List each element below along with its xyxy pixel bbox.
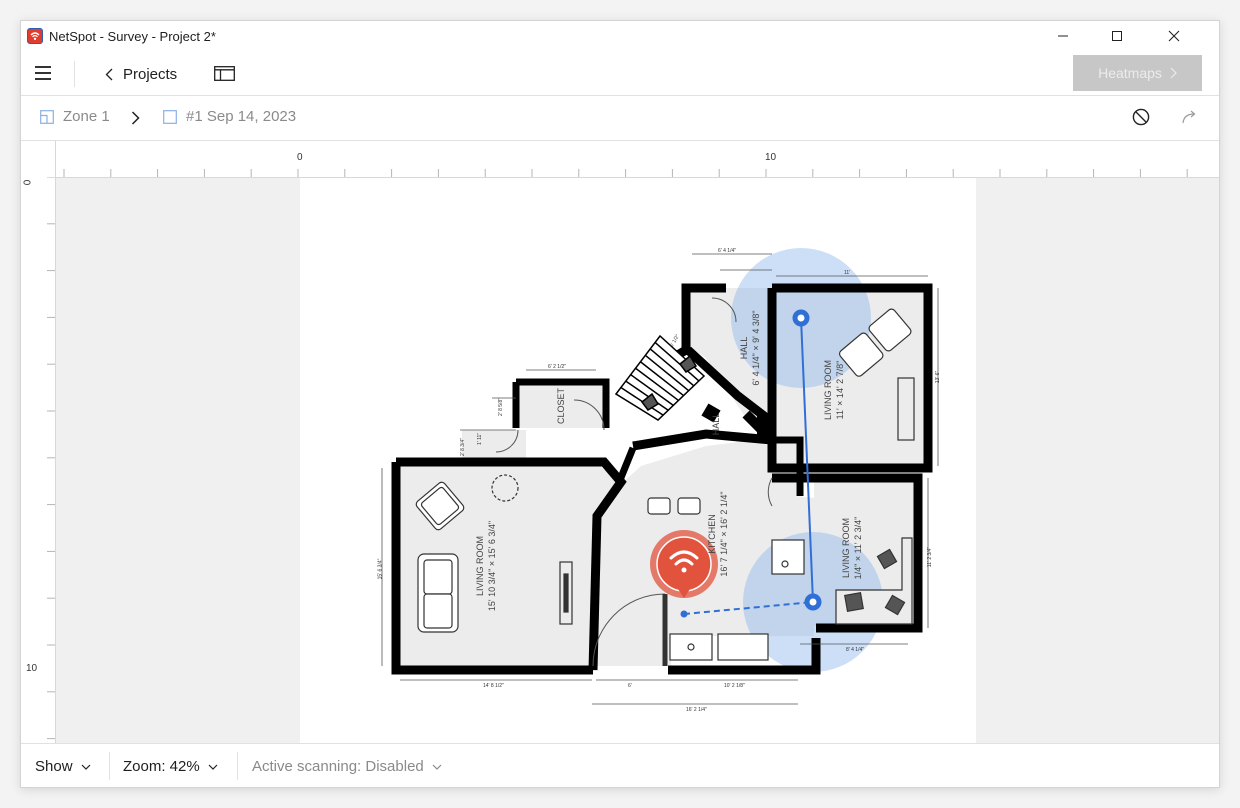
survey-label: #1 Sep 14, 2023 — [186, 108, 297, 125]
stop-scan-button[interactable] — [1132, 108, 1150, 131]
breadcrumb: Zone 1 #1 Sep 14, 2023 — [21, 96, 1219, 141]
dimension-label: 6' — [628, 683, 632, 689]
chevron-left-icon — [105, 68, 113, 80]
survey-canvas[interactable]: LIVING ROOM 15' 10 3/4" × 15' 6 3/4" KIT… — [56, 178, 1219, 743]
projects-label: Projects — [123, 65, 178, 83]
dimension-label: 14' 8 1/2" — [483, 683, 504, 689]
toolbar: Projects Heatmaps — [21, 51, 1219, 96]
dimension-label: 6' 2 1/2" — [548, 364, 567, 370]
ruler-left-ticks — [47, 177, 55, 740]
zoom-label: Zoom: 42% — [123, 758, 200, 775]
zone-label: Zone 1 — [63, 108, 110, 125]
dimension-label: 10' 2 1/8" — [724, 683, 745, 689]
dimension-label: 11' 2 3/4" — [927, 546, 934, 568]
minimize-button[interactable] — [1040, 21, 1086, 51]
ruler-corner — [21, 141, 56, 178]
survey-point[interactable] — [792, 309, 810, 327]
heatmaps-button[interactable]: Heatmaps — [1073, 55, 1202, 91]
chevron-right-icon — [1170, 67, 1177, 79]
redo-button[interactable] — [1181, 109, 1197, 130]
close-button[interactable] — [1151, 21, 1197, 51]
ruler-top-mark-0: 0 — [297, 152, 303, 163]
ruler-top-mark-10: 10 — [765, 152, 777, 163]
sidebar-panel-icon — [214, 66, 235, 81]
scanning-label: Active scanning: Disabled — [252, 758, 424, 775]
floor-plan[interactable] — [56, 178, 1219, 743]
status-bar: Show Zoom: 42% Active scanning: Disabled — [21, 743, 1219, 787]
app-window: NetSpot - Survey - Project 2* Projects H… — [20, 20, 1220, 788]
room-label: KITCHEN 16' 7 1/4" × 16' 2 1/4" — [707, 491, 729, 577]
zoom-dropdown[interactable]: Zoom: 42% — [123, 758, 218, 775]
ruler-top: 0 10 — [21, 141, 1219, 178]
dimension-label: 2' 8 3/4" — [460, 437, 467, 457]
redo-icon — [1182, 110, 1196, 124]
room-label: HALL 6' 4 1/4" × 9' 4 3/8" — [739, 310, 761, 386]
room-label: LIVING ROOM 11' × 14' 2 7/8" — [823, 359, 845, 421]
ruler-top-ticks — [63, 169, 1188, 177]
title-bar: NetSpot - Survey - Project 2* — [21, 21, 1219, 51]
dimension-label: 15' 6 3/4" — [377, 558, 384, 580]
netspot-logo-icon — [27, 28, 43, 44]
breadcrumb-survey[interactable]: #1 Sep 14, 2023 — [163, 108, 296, 125]
dimension-label: 16' 2 1/4" — [686, 707, 707, 713]
survey-point[interactable] — [804, 593, 822, 611]
chevron-down-icon — [432, 764, 442, 770]
menu-button[interactable] — [35, 65, 53, 81]
chevron-down-icon — [208, 764, 218, 770]
block-icon — [1132, 108, 1150, 126]
toggle-panel-button[interactable] — [214, 66, 235, 86]
window-title: NetSpot - Survey - Project 2* — [49, 29, 216, 44]
maximize-icon — [1112, 31, 1122, 41]
dimension-label: 1' 11" — [477, 432, 484, 446]
room-label: CLOSET — [556, 387, 566, 425]
status-divider — [109, 752, 110, 780]
dimension-label: 2' 8 5/8" — [498, 397, 505, 417]
show-dropdown[interactable]: Show — [35, 758, 91, 775]
zone-icon — [40, 109, 54, 124]
chevron-right-icon — [131, 111, 140, 125]
chevron-down-icon — [81, 764, 90, 770]
back-to-projects-button[interactable]: Projects — [105, 63, 177, 85]
current-position-marker — [680, 610, 688, 618]
survey-icon — [163, 109, 177, 124]
room-label: HALL — [711, 412, 721, 436]
breadcrumb-zone[interactable]: Zone 1 — [40, 108, 110, 125]
active-scanning-dropdown[interactable]: Active scanning: Disabled — [252, 758, 442, 775]
dimension-label: 8' 4 1/4" — [846, 647, 865, 653]
room-label: LIVING ROOM 1/4" × 11' 2 3/4" — [841, 516, 863, 580]
maximize-button[interactable] — [1094, 21, 1140, 51]
dimension-label: 6' 4 1/4" — [718, 248, 737, 254]
show-label: Show — [35, 758, 73, 775]
dimension-label: 11' — [844, 270, 851, 276]
toolbar-divider — [74, 61, 75, 87]
ruler-left-mark-0: 0 — [22, 179, 34, 186]
ruler-left-mark-10: 10 — [26, 663, 38, 674]
minimize-icon — [1058, 35, 1068, 37]
status-divider — [237, 752, 238, 780]
ruler-left: 0 10 — [21, 177, 56, 743]
heatmaps-label: Heatmaps — [1098, 65, 1162, 81]
room-label: LIVING ROOM 15' 10 3/4" × 15' 6 3/4" — [475, 520, 497, 612]
dimension-label: 13' 6" — [935, 370, 942, 384]
close-icon — [1168, 30, 1180, 42]
